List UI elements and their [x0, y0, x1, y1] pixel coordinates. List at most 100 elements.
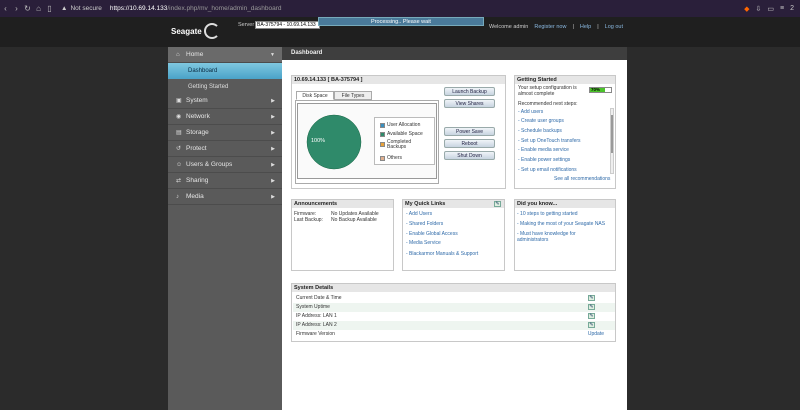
last-backup-label: Last Backup: — [294, 217, 323, 223]
sidebar: ⌂ Home ▼ Dashboard Getting Started ▣ System… — [168, 47, 282, 410]
sidebar-item-protect[interactable]: ↺ Protect ▶ — [168, 141, 282, 157]
gs-link-onetouch[interactable]: - Set up OneTouch transfers — [518, 138, 581, 144]
brave-shield-icon[interactable]: ◆ — [744, 5, 749, 13]
dyk-10-steps[interactable]: - 10 steps to getting started — [517, 211, 613, 217]
sidebar-item-users[interactable]: ☺ Users & Groups ▶ — [168, 157, 282, 173]
storage-icon: ▤ — [176, 130, 182, 136]
chevron-right-icon: ▶ — [271, 114, 275, 120]
chevron-right-icon: ▶ — [271, 130, 275, 136]
legend-item: User Allocation — [380, 122, 420, 128]
chevron-right-icon: ▶ — [271, 178, 275, 184]
ql-add-users[interactable]: - Add Users — [406, 211, 432, 217]
system-icon: ▣ — [176, 98, 182, 104]
sd-row-firmware: Firmware Version Update — [293, 330, 615, 339]
edit-date-icon[interactable]: ✎ — [588, 295, 595, 301]
did-you-know-title: Did you know... — [515, 200, 615, 208]
chevron-right-icon: ▶ — [271, 98, 275, 104]
view-shares-button[interactable]: View Shares — [444, 99, 495, 108]
ql-shared-folders[interactable]: - Shared Folders — [406, 221, 443, 227]
legend-swatch — [380, 142, 385, 147]
next-steps-label: Recommended next steps: — [518, 101, 578, 107]
firmware-update-link[interactable]: Update — [588, 330, 604, 339]
ql-media-service[interactable]: - Media Service — [406, 240, 441, 246]
gs-link-add-users[interactable]: - Add users — [518, 109, 543, 115]
browser-toolbar: ‹ › ↻ ⌂ ▯ ▲ Not secure https://10.69.14.… — [0, 0, 800, 17]
sidebar-item-media[interactable]: ♪ Media ▶ — [168, 189, 282, 205]
tab-file-types[interactable]: File Types — [334, 91, 372, 100]
media-icon: ♪ — [176, 194, 179, 200]
reboot-button[interactable]: Reboot — [444, 139, 495, 148]
server-label: Server — [238, 22, 255, 28]
legend-item: Completed Backups — [380, 140, 417, 150]
quick-links-title: My Quick Links — [403, 200, 504, 208]
warning-icon: ▲ — [61, 5, 68, 12]
legend-item: Others — [380, 155, 402, 161]
gs-scrollbar[interactable] — [610, 108, 614, 174]
edit-uptime-icon[interactable]: ✎ — [588, 304, 595, 310]
server-select[interactable]: BA-375794 - 10.69.14.133 — [255, 21, 320, 29]
setup-progress-label: 70% — [591, 87, 601, 92]
sidebar-item-storage[interactable]: ▤ Storage ▶ — [168, 125, 282, 141]
window-icon[interactable]: ▭ — [767, 5, 774, 13]
welcome-text: Welcome admin — [489, 24, 529, 30]
dyk-admin-knowledge[interactable]: - Must have knowledge for administrators — [517, 231, 597, 243]
launch-backup-button[interactable]: Launch Backup — [444, 87, 495, 96]
gs-link-user-groups[interactable]: - Create user groups — [518, 118, 564, 124]
sd-row-date: Current Date & Time ✎ — [293, 294, 615, 303]
device-title: 10.69.14.133 [ BA-375794 ] — [292, 76, 505, 84]
profile-count[interactable]: 2 — [790, 5, 794, 12]
sidebar-item-network[interactable]: ◉ Network ▶ — [168, 109, 282, 125]
legend-item: Available Space — [380, 131, 423, 137]
legend-swatch — [380, 122, 385, 128]
edit-quick-links-icon[interactable]: ✎ — [494, 201, 501, 207]
sidebar-sub-dashboard[interactable]: Dashboard — [168, 63, 282, 79]
chevron-right-icon: ▶ — [271, 194, 275, 200]
help-link[interactable]: Help — [580, 24, 591, 30]
legend-swatch — [380, 131, 385, 137]
download-icon[interactable]: ⇩ — [756, 5, 762, 13]
url-bar[interactable]: https://10.69.14.133/index.php/mv_home/a… — [110, 5, 282, 12]
setup-status: Your setup configuration is almost compl… — [518, 85, 577, 97]
tab-disk-space[interactable]: Disk Space — [296, 91, 334, 100]
menu-icon[interactable]: ≡ — [780, 5, 784, 12]
ql-global-access[interactable]: - Enable Global Access — [406, 231, 458, 237]
getting-started-title: Getting Started — [515, 76, 615, 84]
last-backup-value: No Backup Available — [331, 217, 377, 223]
sd-row-uptime: System Uptime ✎ — [293, 303, 615, 312]
register-link[interactable]: Register now — [534, 24, 566, 30]
reload-icon[interactable]: ↻ — [22, 4, 33, 13]
sidebar-item-home[interactable]: ⌂ Home ▼ — [168, 47, 282, 63]
back-icon[interactable]: ‹ — [0, 4, 11, 13]
header-links: Welcome admin Register now | Help | Log … — [489, 24, 623, 30]
sidebar-item-sharing[interactable]: ⇄ Sharing ▶ — [168, 173, 282, 189]
edit-lan2-icon[interactable]: ✎ — [588, 322, 595, 328]
power-save-button[interactable]: Power Save — [444, 127, 495, 136]
home-browser-icon[interactable]: ⌂ — [33, 4, 44, 13]
chevron-right-icon: ▶ — [271, 146, 275, 152]
dyk-most-of-nas[interactable]: - Making the most of your Seagate NAS — [517, 221, 613, 227]
protect-icon: ↺ — [176, 146, 182, 152]
pie-percent-label: 100% — [311, 138, 326, 144]
sd-row-lan1: IP Address: LAN 1 ✎ — [293, 312, 615, 321]
bookmark-icon[interactable]: ▯ — [44, 4, 55, 13]
shut-down-button[interactable]: Shut Down — [444, 151, 495, 160]
page-title: Dashboard — [282, 47, 627, 60]
network-icon: ◉ — [176, 114, 182, 120]
see-all-link[interactable]: See all recommendations — [554, 176, 610, 182]
announcements-title: Announcements — [292, 200, 393, 208]
sidebar-item-system[interactable]: ▣ System ▶ — [168, 93, 282, 109]
announcements-panel: Announcements — [291, 199, 394, 271]
security-label: Not secure — [70, 5, 102, 12]
gs-link-schedule-backups[interactable]: - Schedule backups — [518, 128, 562, 134]
gs-link-power-settings[interactable]: - Enable power settings — [518, 157, 570, 163]
gs-link-media-service[interactable]: - Enable media service — [518, 147, 569, 153]
ql-manuals[interactable]: - Blackarmor Manuals & Support — [406, 251, 478, 257]
chevron-down-icon: ▼ — [270, 52, 275, 58]
seagate-logo: Seagate — [171, 21, 226, 41]
forward-icon[interactable]: › — [11, 4, 22, 13]
legend-swatch — [380, 155, 385, 161]
chevron-right-icon: ▶ — [271, 162, 275, 168]
logout-link[interactable]: Log out — [605, 24, 623, 30]
gs-link-email[interactable]: - Set up email notifications — [518, 167, 577, 173]
edit-lan1-icon[interactable]: ✎ — [588, 313, 595, 319]
